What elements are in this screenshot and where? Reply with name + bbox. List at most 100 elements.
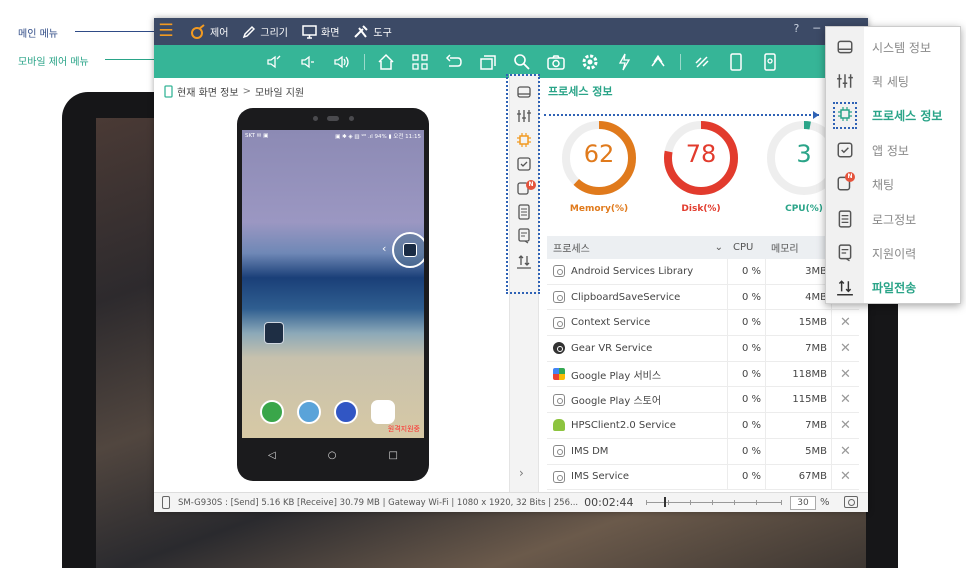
expand-chevron-icon[interactable]: › bbox=[519, 466, 524, 480]
help-button[interactable]: ? bbox=[794, 22, 800, 35]
mute-icon[interactable] bbox=[264, 52, 284, 72]
camera-icon[interactable] bbox=[546, 52, 566, 72]
close-process-icon[interactable]: ✕ bbox=[831, 464, 859, 490]
close-process-icon[interactable]: ✕ bbox=[831, 361, 859, 387]
header-cpu[interactable]: CPU bbox=[727, 236, 765, 259]
table-row[interactable]: HPSClient2.0 Service 0 % 7MB ✕ bbox=[547, 413, 859, 439]
process-app-icon bbox=[553, 291, 565, 304]
search-icon[interactable] bbox=[512, 52, 532, 72]
table-row[interactable]: Google Play 서비스 0 % 118MB ✕ bbox=[547, 361, 859, 388]
breadcrumb-separator: > bbox=[242, 86, 251, 97]
internet-icon[interactable] bbox=[334, 400, 358, 424]
table-row[interactable]: ClipboardSaveService0 %4MB✕ bbox=[547, 284, 859, 311]
table-body: Android Services Library0 %3MB✕Clipboard… bbox=[547, 259, 859, 491]
floating-button[interactable] bbox=[392, 232, 424, 268]
menu-control[interactable]: 제어 bbox=[190, 23, 228, 40]
screenshot-camera-icon[interactable] bbox=[844, 496, 858, 508]
file-transfer-icon[interactable] bbox=[516, 254, 532, 270]
breadcrumb-current[interactable]: 현재 화면 정보 bbox=[177, 84, 239, 99]
remote-support-tag: 원격지원중 bbox=[387, 425, 420, 433]
sort-chevron-icon[interactable]: ⌄ bbox=[715, 242, 723, 253]
toolbar-separator bbox=[364, 54, 365, 70]
close-process-icon[interactable]: ✕ bbox=[831, 336, 859, 361]
menu-label: 그리기 bbox=[260, 28, 289, 39]
connection-info: SM-G930S : [Send] 5.16 KB [Receive] 30.7… bbox=[178, 497, 579, 508]
log-icon[interactable] bbox=[516, 204, 532, 220]
table-row[interactable]: Gear VR Service 0 % 7MB ✕ bbox=[547, 336, 859, 362]
zoom-slider-knob[interactable] bbox=[664, 497, 666, 507]
cpu-cell: 0 % bbox=[727, 387, 765, 413]
volume-up-icon[interactable] bbox=[332, 52, 352, 72]
process-name: IMS DM bbox=[571, 445, 609, 457]
close-process-icon[interactable]: ✕ bbox=[831, 413, 859, 438]
home-icon[interactable] bbox=[376, 52, 396, 72]
breadcrumb-target[interactable]: 모바일 지원 bbox=[255, 84, 304, 99]
apps-grid-icon[interactable] bbox=[410, 52, 430, 72]
memory-gauge: 62 Memory(%) bbox=[559, 118, 639, 223]
chip-icon[interactable] bbox=[516, 132, 532, 148]
process-name-cell: Context Service bbox=[547, 310, 727, 335]
popup-item-drive[interactable]: 시스템 정보 bbox=[826, 30, 962, 64]
popup-item-file-transfer[interactable]: 파일전송 bbox=[826, 271, 962, 305]
sliders-icon[interactable] bbox=[516, 108, 532, 124]
close-process-icon[interactable]: ✕ bbox=[831, 310, 859, 336]
messages-icon[interactable] bbox=[297, 400, 321, 424]
popup-item-chat[interactable]: N 채팅 bbox=[826, 168, 962, 202]
rotate-icon[interactable] bbox=[648, 52, 668, 72]
table-row[interactable]: Android Services Library0 %3MB✕ bbox=[547, 259, 859, 285]
title-bar: ☰ 제어 그리기 화면 도구 ? ─ bbox=[154, 18, 868, 45]
memory-cell: 118MB bbox=[765, 361, 831, 387]
phone-call-icon[interactable] bbox=[260, 400, 284, 424]
menu-label: 도구 bbox=[373, 28, 392, 39]
cpu-cell: 0 % bbox=[727, 413, 765, 438]
cpu-cell: 0 % bbox=[727, 438, 765, 464]
device-info-icon[interactable] bbox=[760, 52, 780, 72]
menu-draw[interactable]: 그리기 bbox=[242, 24, 288, 39]
nav-recent-button[interactable]: □ bbox=[389, 450, 398, 461]
menu-screen[interactable]: 화면 bbox=[302, 24, 339, 39]
close-process-icon[interactable]: ✕ bbox=[831, 438, 859, 464]
minimize-button[interactable]: ─ bbox=[813, 22, 820, 35]
table-row[interactable]: IMS Service 0 % 67MB ✕ bbox=[547, 464, 859, 491]
back-icon[interactable] bbox=[444, 52, 464, 72]
check-box-icon[interactable] bbox=[516, 156, 532, 172]
settings-gear-icon[interactable] bbox=[580, 52, 600, 72]
app-drawer-icon[interactable] bbox=[371, 400, 395, 424]
app-window: ☰ 제어 그리기 화면 도구 ? ─ 현재 화면 정보 > 모바일 지원 SKT… bbox=[154, 18, 868, 512]
close-process-icon[interactable]: ✕ bbox=[831, 387, 859, 413]
popup-item-check-box[interactable]: 앱 정보 bbox=[826, 133, 962, 167]
popup-item-history[interactable]: 지원이력 bbox=[826, 236, 962, 270]
popup-item-log[interactable]: 로그정보 bbox=[826, 202, 962, 236]
process-name-cell: IMS DM bbox=[547, 439, 727, 464]
log-icon bbox=[826, 210, 864, 228]
nav-back-button[interactable]: ◁ bbox=[268, 450, 276, 461]
phone-screen[interactable]: SKT ✉ ▣ ▣ ✱ ◈ ▥ ⁹ᴳ .ıl 94% ▮ 오전 11:15 ‹ … bbox=[242, 130, 424, 438]
history-icon[interactable] bbox=[516, 228, 532, 244]
drive-icon[interactable] bbox=[516, 84, 532, 100]
process-app-icon bbox=[553, 445, 565, 458]
volume-down-icon[interactable] bbox=[298, 52, 318, 72]
header-process[interactable]: 프로세스 ⌄ bbox=[547, 236, 727, 259]
popup-item-chip[interactable]: 프로세스 정보 bbox=[826, 99, 962, 133]
table-row[interactable]: Context Service 0 % 15MB ✕ bbox=[547, 310, 859, 337]
table-row[interactable]: IMS DM 0 % 5MB ✕ bbox=[547, 438, 859, 465]
popup-item-sliders[interactable]: 퀵 세팅 bbox=[826, 64, 962, 98]
cpu-cell: 0 % bbox=[727, 464, 765, 490]
app-shortcut-icon[interactable] bbox=[264, 322, 284, 344]
disconnect-icon[interactable] bbox=[692, 52, 712, 72]
zoom-input[interactable]: 30 bbox=[790, 496, 816, 510]
nav-home-button[interactable]: ○ bbox=[328, 450, 337, 461]
toolbar-separator bbox=[680, 54, 681, 70]
device-screen-icon[interactable] bbox=[726, 52, 746, 72]
header-memory[interactable]: 메모리 bbox=[765, 236, 831, 259]
recent-apps-icon[interactable] bbox=[478, 52, 498, 72]
float-chevron-icon[interactable]: ‹ bbox=[382, 242, 386, 255]
status-left: SKT ✉ ▣ bbox=[245, 133, 269, 139]
control-icon bbox=[191, 23, 205, 39]
table-row[interactable]: Google Play 스토어 0 % 115MB ✕ bbox=[547, 387, 859, 414]
menu-tools[interactable]: 도구 bbox=[353, 24, 392, 39]
hamburger-menu-icon[interactable]: ☰ bbox=[158, 21, 174, 41]
memory-cell: 67MB bbox=[765, 464, 831, 490]
power-icon[interactable] bbox=[614, 52, 634, 72]
zoom-slider[interactable] bbox=[646, 497, 782, 507]
